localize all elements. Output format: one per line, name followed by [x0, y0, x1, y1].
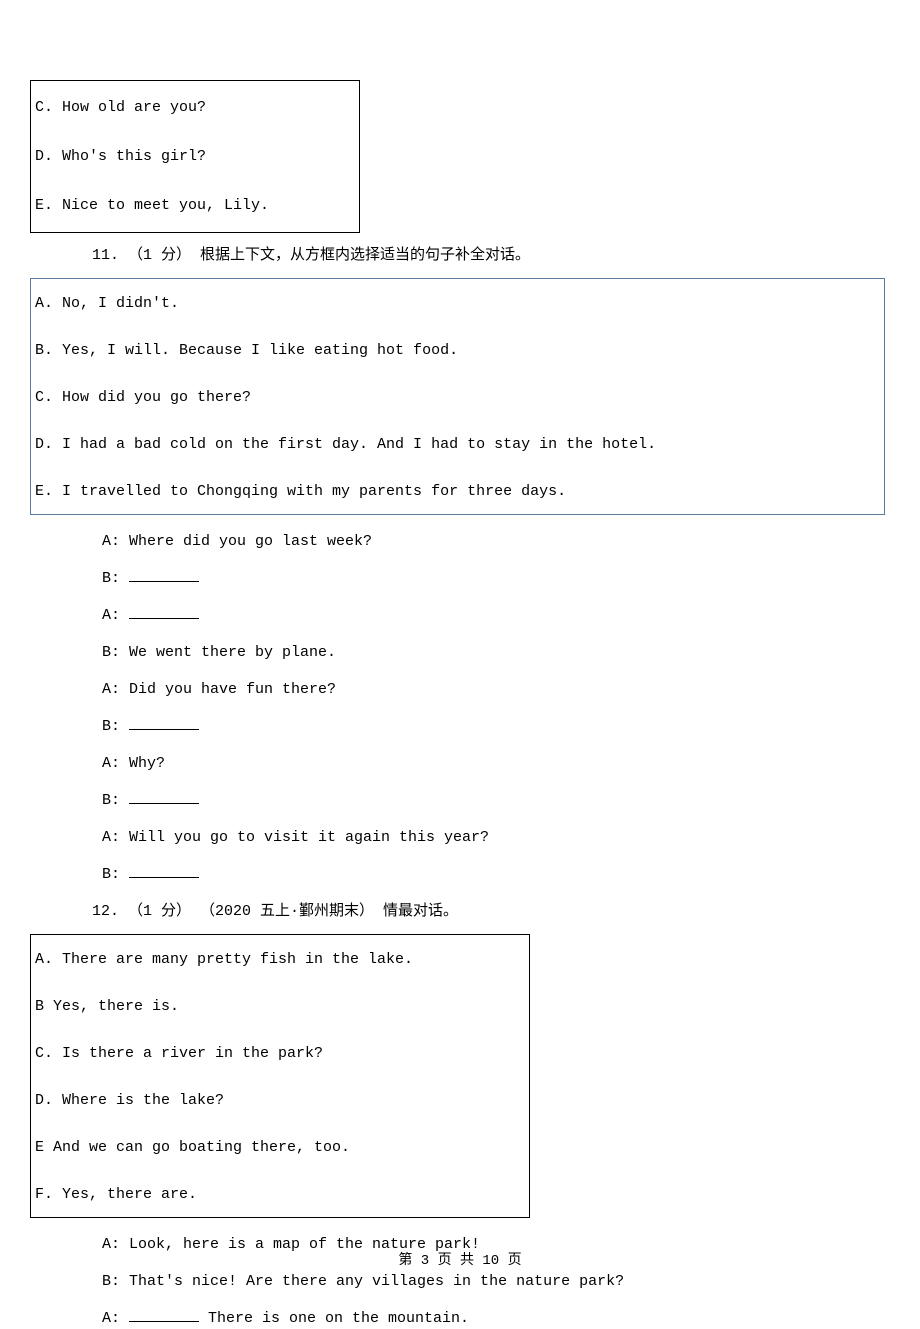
- page-footer: 第 3 页 共 10 页: [0, 1252, 920, 1272]
- option-e: E. I travelled to Chongqing with my pare…: [35, 481, 880, 502]
- dialog-line: A: Why?: [102, 753, 890, 774]
- dialog-line: A: Where did you go last week?: [102, 531, 890, 552]
- dialog-line: A:: [102, 605, 890, 626]
- fill-blank[interactable]: [129, 864, 199, 878]
- speaker-label: A:: [102, 607, 129, 624]
- dialog-1: A: Where did you go last week? B: A: B: …: [102, 531, 890, 885]
- dialog-line: B:: [102, 568, 890, 589]
- fill-blank[interactable]: [129, 716, 199, 730]
- dialog-line: B:: [102, 864, 890, 885]
- option-b: B. Yes, I will. Because I like eating ho…: [35, 340, 880, 361]
- option-box-1: C. How old are you? D. Who's this girl? …: [30, 80, 360, 233]
- option-d: D. I had a bad cold on the first day. An…: [35, 434, 880, 455]
- dialog-line: A: Did you have fun there?: [102, 679, 890, 700]
- speaker-label: B:: [102, 866, 129, 883]
- option-d: D. Who's this girl?: [35, 146, 355, 167]
- option-f: F. Yes, there are.: [35, 1184, 525, 1205]
- option-c: C. Is there a river in the park?: [35, 1043, 525, 1064]
- dialog-line: B:: [102, 716, 890, 737]
- fill-blank[interactable]: [129, 568, 199, 582]
- speaker-label: B:: [102, 718, 129, 735]
- dialog-2: A: Look, here is a map of the nature par…: [102, 1234, 890, 1329]
- speaker-label: B:: [102, 570, 129, 587]
- dialog-line: B:: [102, 790, 890, 811]
- dialog-text: There is one on the mountain.: [199, 1310, 469, 1327]
- dialog-line: A: Will you go to visit it again this ye…: [102, 827, 890, 848]
- question-12: 12. （1 分） （2020 五上·鄞州期末） 情最对话。: [92, 901, 890, 922]
- option-e: E And we can go boating there, too.: [35, 1137, 525, 1158]
- option-box-3: A. There are many pretty fish in the lak…: [30, 934, 530, 1218]
- option-a: A. No, I didn't.: [35, 293, 880, 314]
- option-b: B Yes, there is.: [35, 996, 525, 1017]
- option-c: C. How did you go there?: [35, 387, 880, 408]
- speaker-label: A:: [102, 1310, 129, 1327]
- fill-blank[interactable]: [129, 790, 199, 804]
- fill-blank[interactable]: [129, 605, 199, 619]
- dialog-line: B: We went there by plane.: [102, 642, 890, 663]
- dialog-line: B: That's nice! Are there any villages i…: [102, 1271, 890, 1292]
- dialog-line: A: There is one on the mountain.: [102, 1308, 890, 1329]
- fill-blank[interactable]: [129, 1308, 199, 1322]
- question-11: 11. （1 分） 根据上下文，从方框内选择适当的句子补全对话。: [92, 245, 890, 266]
- option-d: D. Where is the lake?: [35, 1090, 525, 1111]
- option-box-2: A. No, I didn't. B. Yes, I will. Because…: [30, 278, 885, 515]
- speaker-label: B:: [102, 792, 129, 809]
- option-c: C. How old are you?: [35, 97, 355, 118]
- option-e: E. Nice to meet you, Lily.: [35, 195, 355, 216]
- option-a: A. There are many pretty fish in the lak…: [35, 949, 525, 970]
